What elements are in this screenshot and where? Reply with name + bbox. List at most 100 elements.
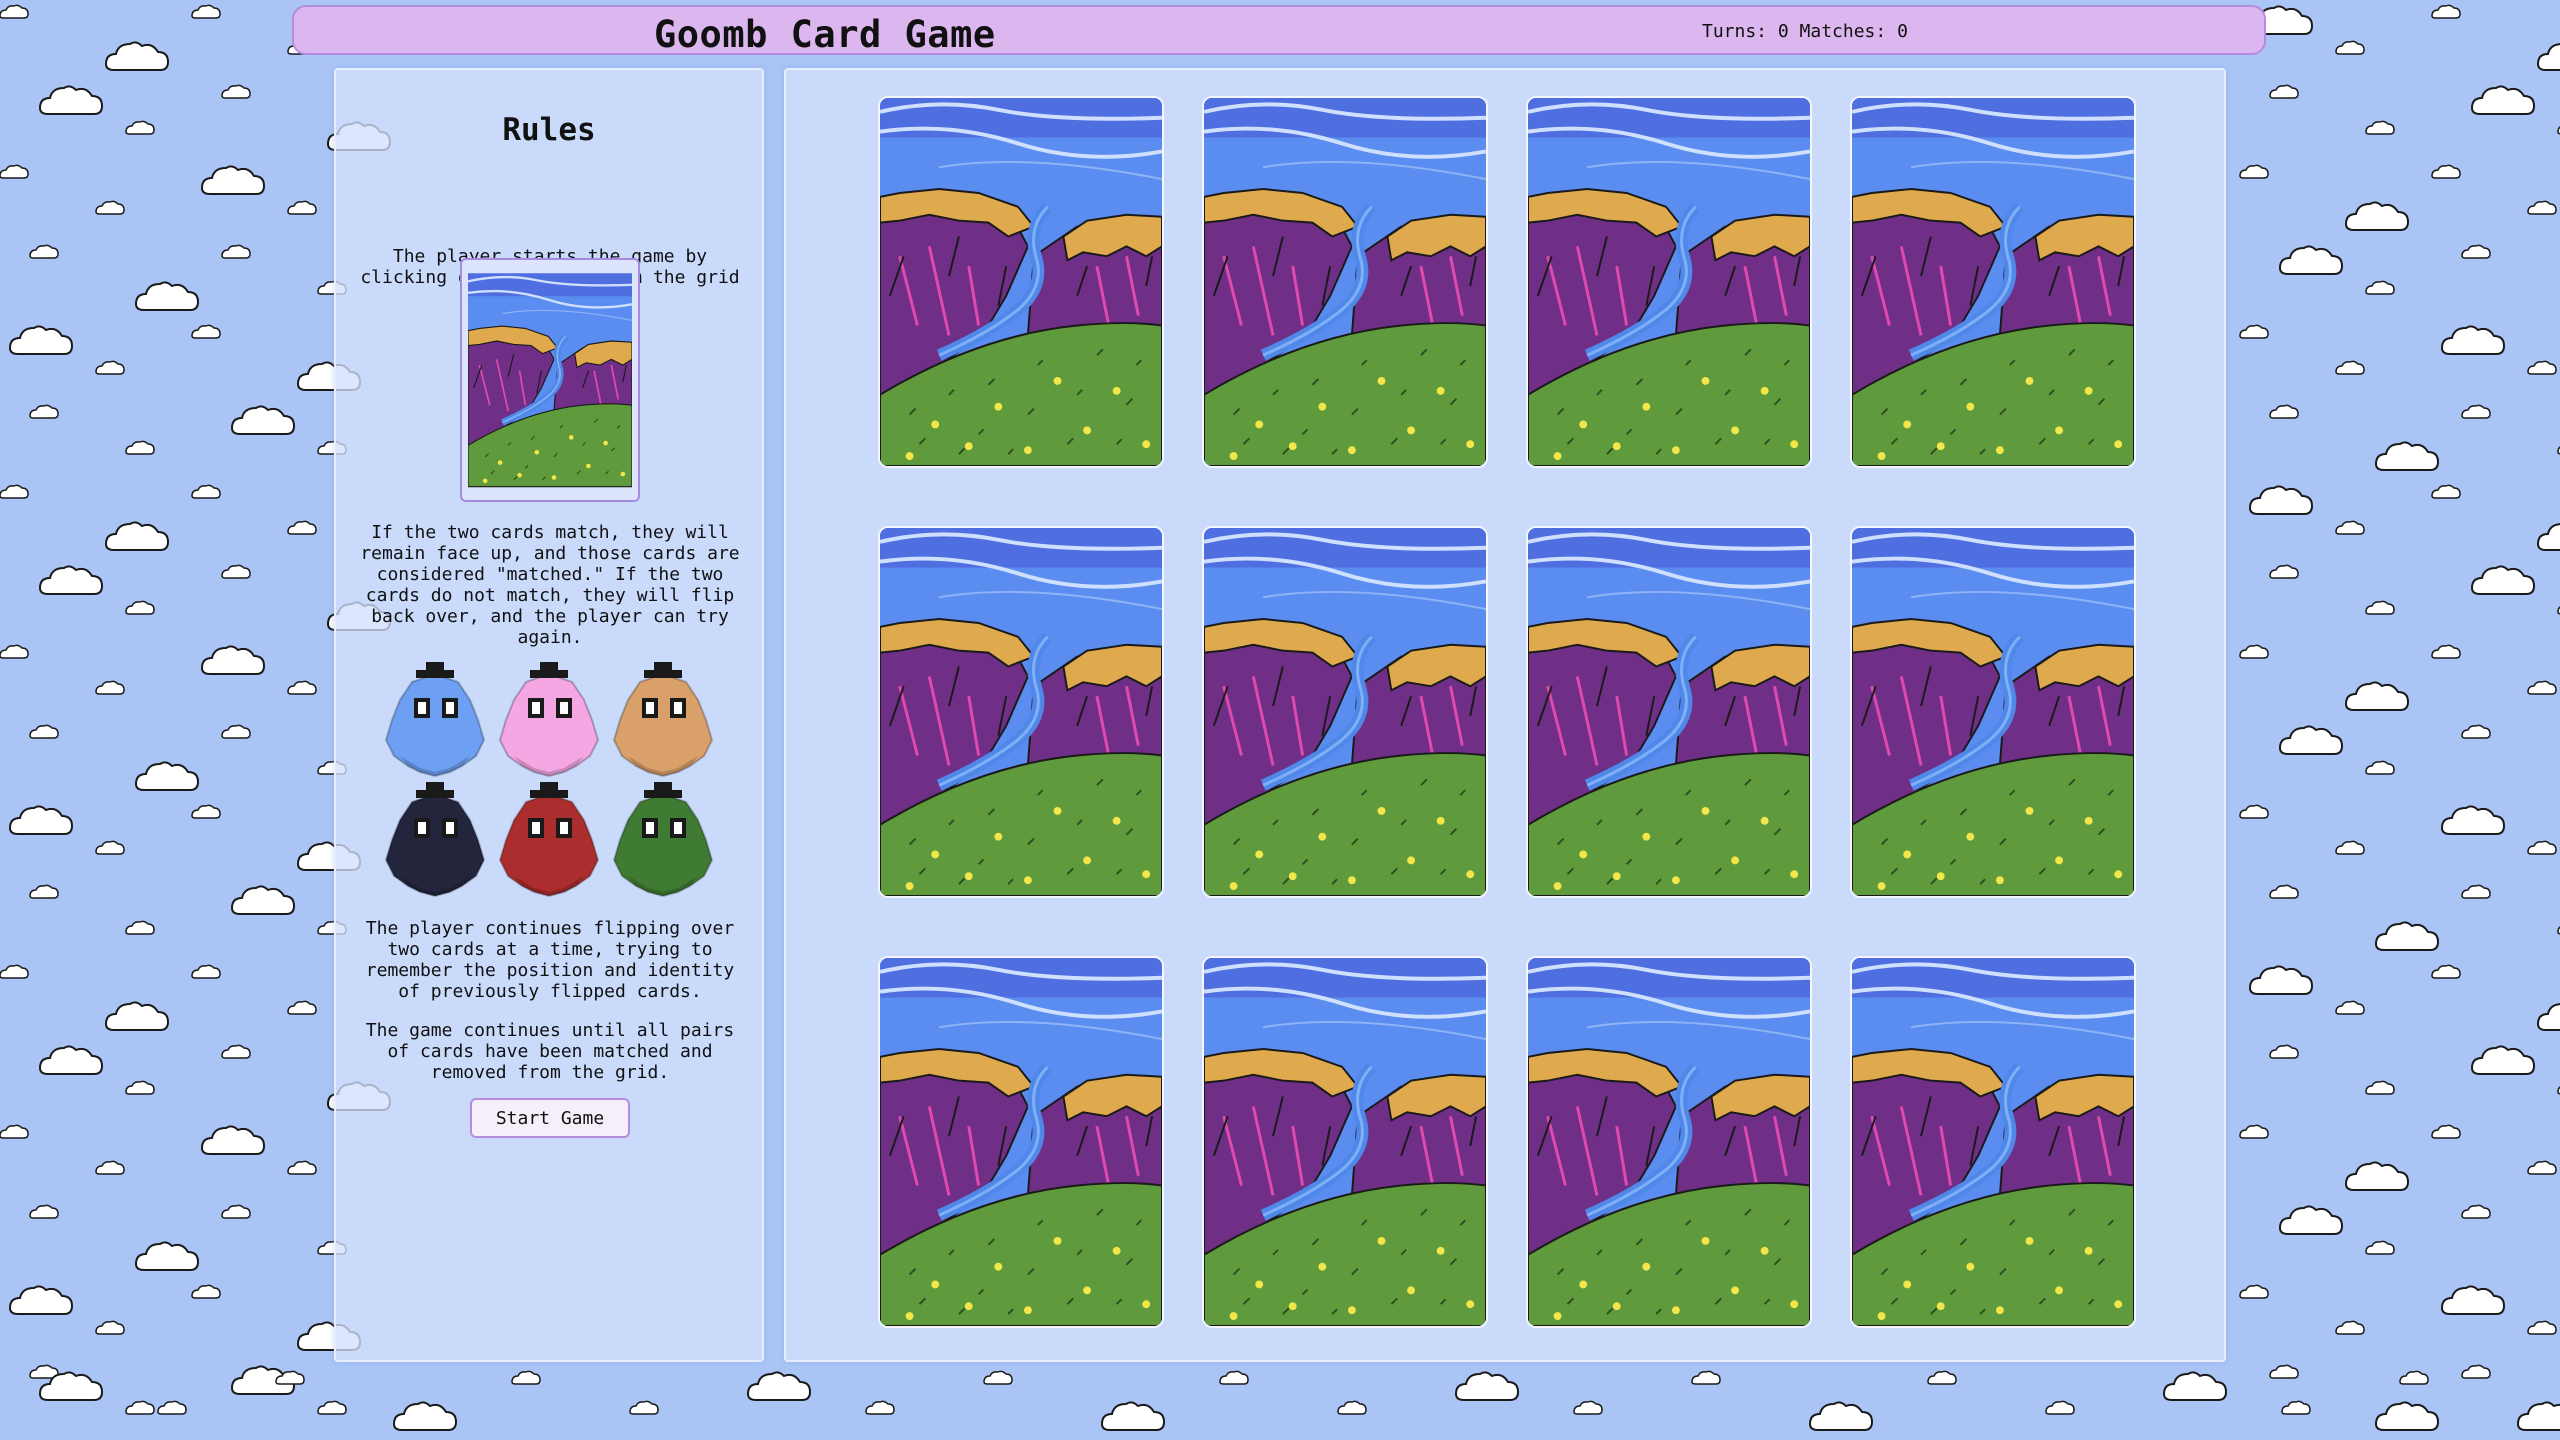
cloud-icon xyxy=(95,680,125,695)
cloud-icon xyxy=(2269,84,2299,99)
cloud-icon xyxy=(2335,1320,2365,1335)
cloud-icon xyxy=(2249,965,2313,995)
cloud-icon xyxy=(2365,600,2395,615)
cloud-icon xyxy=(29,244,59,259)
cloud-icon xyxy=(221,1044,251,1059)
cloud-icon xyxy=(393,1401,457,1431)
cloud-icon xyxy=(2239,644,2269,659)
card-back-image xyxy=(1852,528,2134,896)
cloud-icon xyxy=(2269,884,2299,899)
cloud-icon xyxy=(747,1371,811,1401)
cloud-icon xyxy=(2365,1080,2395,1095)
card-r2-c4[interactable] xyxy=(1850,526,2136,898)
cloud-icon xyxy=(135,1241,199,1271)
cloud-icon xyxy=(2365,120,2395,135)
cloud-icon xyxy=(2345,201,2409,231)
goomb-pink-icon xyxy=(494,660,604,782)
cloud-icon xyxy=(2365,760,2395,775)
start-game-button[interactable]: Start Game xyxy=(470,1098,630,1138)
cloud-icon xyxy=(2527,680,2557,695)
card-r1-c2[interactable] xyxy=(1202,96,1488,468)
page-title: Goomb Card Game xyxy=(654,13,996,56)
cloud-icon xyxy=(135,761,199,791)
cloud-icon xyxy=(39,565,103,595)
cloud-icon xyxy=(191,324,221,339)
cloud-icon xyxy=(1809,1401,1873,1431)
cloud-icon xyxy=(2461,724,2491,739)
goomb-green-icon xyxy=(608,780,718,902)
rules-paragraph-4: The game continues until all pairs of ca… xyxy=(365,1020,735,1083)
cloud-icon xyxy=(2279,725,2343,755)
cloud-icon xyxy=(201,645,265,675)
cloud-icon xyxy=(221,1204,251,1219)
cloud-icon xyxy=(2537,521,2560,551)
cloud-icon xyxy=(2239,804,2269,819)
cloud-icon xyxy=(95,840,125,855)
card-r1-c1[interactable] xyxy=(878,96,1164,468)
cloud-icon xyxy=(2441,1285,2505,1315)
cloud-icon xyxy=(125,600,155,615)
card-r3-c4[interactable] xyxy=(1850,956,2136,1328)
card-r1-c4[interactable] xyxy=(1850,96,2136,468)
cloud-icon xyxy=(105,41,169,71)
cloud-icon xyxy=(29,884,59,899)
card-r2-c2[interactable] xyxy=(1202,526,1488,898)
cloud-icon xyxy=(221,564,251,579)
cloud-icon xyxy=(2431,484,2461,499)
cloud-icon xyxy=(95,200,125,215)
cloud-icon xyxy=(29,404,59,419)
cloud-icon xyxy=(29,724,59,739)
cloud-icon xyxy=(2335,40,2365,55)
cloud-icon xyxy=(191,1284,221,1299)
card-back-image xyxy=(1204,958,1486,1326)
cloud-icon xyxy=(2461,404,2491,419)
cloud-icon xyxy=(39,1045,103,1075)
cloud-icon xyxy=(1927,1370,1957,1385)
cloud-icon xyxy=(629,1400,659,1415)
cloud-icon xyxy=(0,484,29,499)
cloud-icon xyxy=(2431,1124,2461,1139)
cloud-icon xyxy=(2527,1320,2557,1335)
cloud-icon xyxy=(511,1370,541,1385)
cloud-icon xyxy=(29,1204,59,1219)
cloud-icon xyxy=(191,4,221,19)
cloud-icon xyxy=(231,885,295,915)
goomb-blue-icon xyxy=(380,660,490,782)
cloud-icon xyxy=(1455,1371,1519,1401)
cloud-icon xyxy=(287,1160,317,1175)
cloud-icon xyxy=(2269,1044,2299,1059)
cloud-icon xyxy=(135,281,199,311)
cloud-icon xyxy=(2269,564,2299,579)
cloud-icon xyxy=(2399,1370,2429,1385)
card-back-image xyxy=(1852,958,2134,1326)
cloud-icon xyxy=(1691,1370,1721,1385)
cloud-icon xyxy=(2431,644,2461,659)
cloud-icon xyxy=(2441,325,2505,355)
cloud-icon xyxy=(2239,1124,2269,1139)
cloud-icon xyxy=(317,1400,347,1415)
rules-paragraph-2: If the two cards match, they will remain… xyxy=(360,522,740,648)
card-r1-c3[interactable] xyxy=(1526,96,1812,468)
card-r2-c3[interactable] xyxy=(1526,526,1812,898)
cloud-icon xyxy=(287,1000,317,1015)
card-r3-c3[interactable] xyxy=(1526,956,1812,1328)
cloud-icon xyxy=(287,520,317,535)
card-r3-c2[interactable] xyxy=(1202,956,1488,1328)
cloud-icon xyxy=(0,644,29,659)
cloud-icon xyxy=(191,804,221,819)
cloud-icon xyxy=(2279,1205,2343,1235)
cloud-icon xyxy=(157,1400,187,1415)
cloud-icon xyxy=(2045,1400,2075,1415)
cloud-icon xyxy=(2431,4,2461,19)
cloud-icon xyxy=(2527,1160,2557,1175)
cloud-icon xyxy=(2279,245,2343,275)
card-r2-c1[interactable] xyxy=(878,526,1164,898)
cloud-icon xyxy=(39,85,103,115)
cloud-icon xyxy=(1573,1400,1603,1415)
cloud-icon xyxy=(221,724,251,739)
cloud-icon xyxy=(2335,1000,2365,1015)
cloud-icon xyxy=(9,805,73,835)
card-r3-c1[interactable] xyxy=(878,956,1164,1328)
cloud-icon xyxy=(2335,520,2365,535)
cloud-icon xyxy=(2537,1001,2560,1031)
